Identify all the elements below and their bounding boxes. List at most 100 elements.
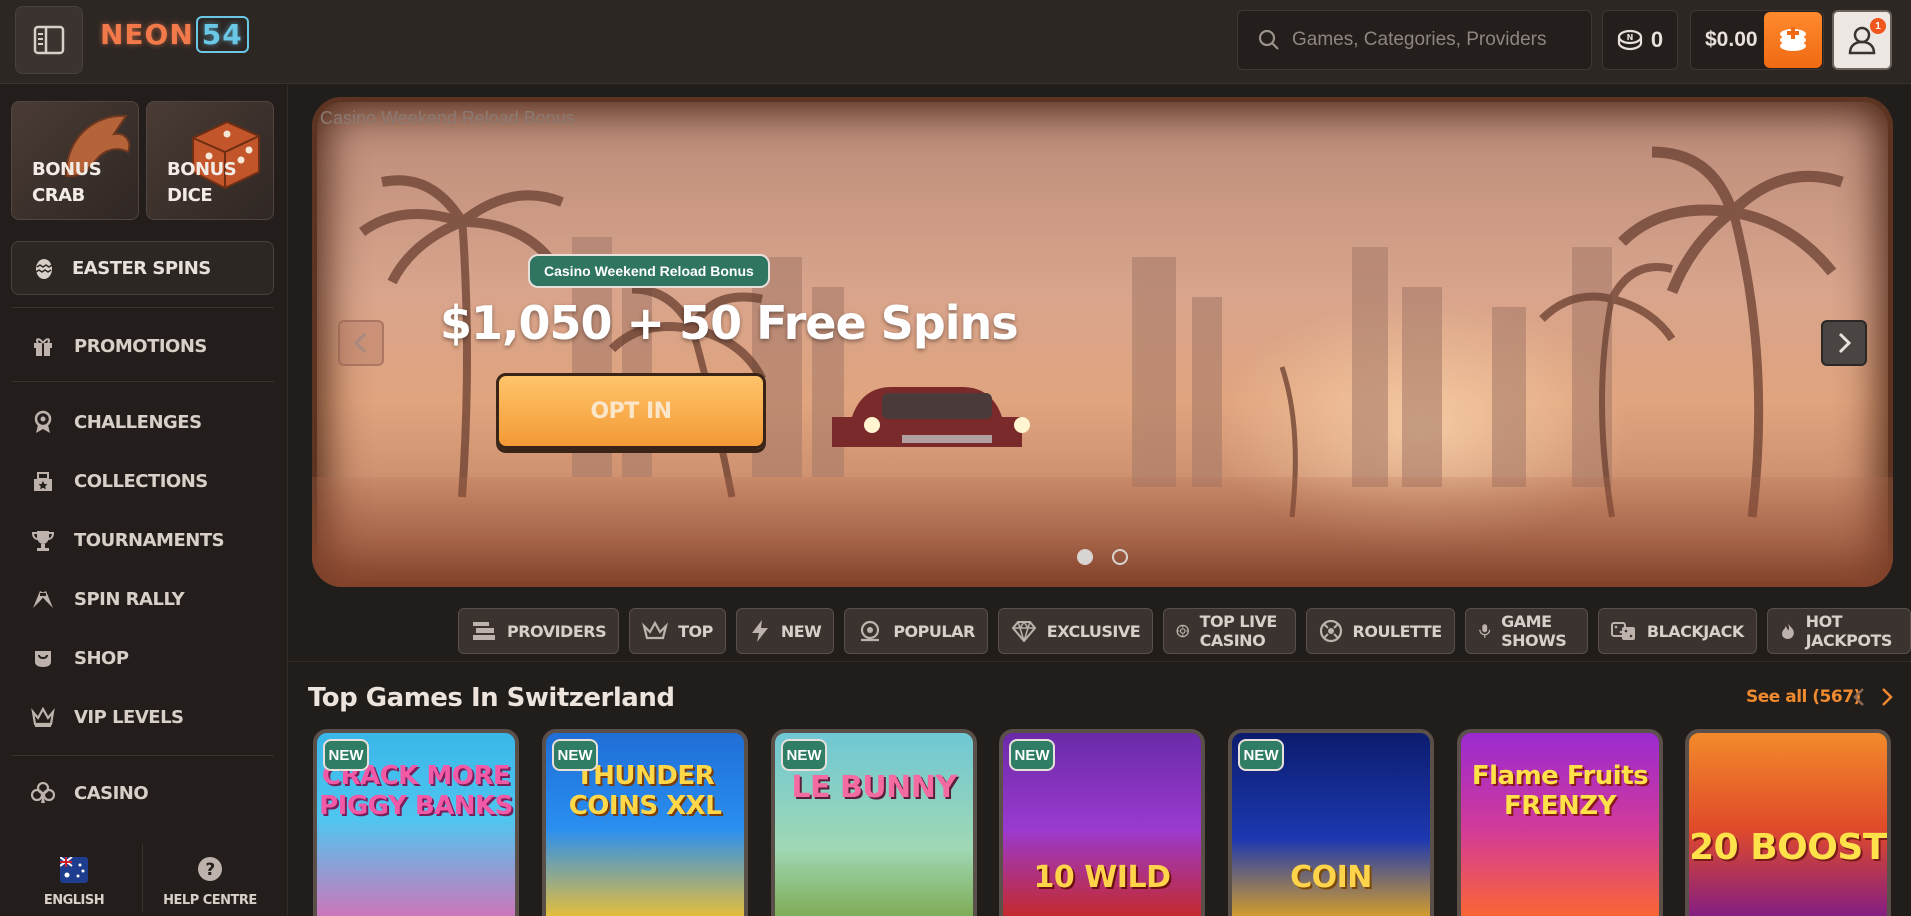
sidebar-item-label: SPIN RALLY <box>74 588 185 610</box>
shop-bag-icon <box>35 651 51 667</box>
chip-game-shows[interactable]: GAME SHOWS <box>1464 608 1588 654</box>
svg-text:N: N <box>1627 33 1634 42</box>
collection-box-icon <box>34 472 52 491</box>
sidebar-item-label: SHOP <box>74 647 129 669</box>
sidebar-item-spin-rally[interactable]: SPIN RALLY <box>30 584 185 614</box>
popular-icon <box>861 620 880 642</box>
game-card-coin[interactable]: COIN NEW <box>1228 729 1434 916</box>
trophy-icon <box>31 531 55 551</box>
balance-value: $0.00 <box>1705 28 1758 51</box>
carousel-dot-1[interactable] <box>1077 549 1093 565</box>
game-card-thunder-coins-xxl[interactable]: THUNDER COINS XXL NEW <box>542 729 748 916</box>
game-card-le-bunny[interactable]: LE BUNNY NEW <box>771 729 977 916</box>
game-card-20-boost[interactable]: 20 BOOST <box>1685 729 1891 916</box>
sidebar-divider <box>12 755 274 756</box>
game-title: COIN <box>1290 860 1372 895</box>
sidebar-item-challenges[interactable]: CHALLENGES <box>30 407 202 437</box>
sidebar-item-tournaments[interactable]: TOURNAMENTS <box>30 525 225 555</box>
opt-in-button[interactable]: OPT IN <box>496 373 766 449</box>
chip-top-live-casino[interactable]: TOP LIVE CASINO <box>1163 608 1296 654</box>
chip-hot-jackpots[interactable]: HOT JACKPOTS <box>1766 608 1911 654</box>
easter-spins-button[interactable]: EASTER SPINS <box>11 241 274 295</box>
roulette-icon <box>1319 619 1342 643</box>
game-title: 10 WILD <box>1033 860 1171 895</box>
see-all-link[interactable]: See all (567) <box>1746 687 1861 707</box>
game-card-10-wild[interactable]: 10 WILD NEW <box>999 729 1205 916</box>
roulette-wheel-icon <box>1176 624 1190 638</box>
bonus-dice-card[interactable]: BONUS DICE <box>146 101 274 220</box>
sidebar-toggle-button[interactable] <box>15 6 83 74</box>
sidebar-toggle-icon <box>33 25 65 55</box>
bonus-crab-card[interactable]: BONUS CRAB <box>11 101 139 220</box>
site-logo[interactable]: NEON 54 <box>100 16 249 53</box>
chip-roulette[interactable]: ROULETTE <box>1305 608 1455 654</box>
flame-icon <box>1781 623 1794 639</box>
new-badge: NEW <box>1238 739 1284 771</box>
svg-text:?: ? <box>205 860 214 880</box>
section-divider <box>289 661 1911 662</box>
game-title: 20 BOOST <box>1689 827 1887 868</box>
new-badge: NEW <box>323 739 369 771</box>
microphone-icon <box>1478 624 1490 638</box>
help-icon: ? <box>198 857 222 881</box>
chevron-left-icon <box>1853 688 1864 706</box>
diamond-icon <box>1011 620 1037 642</box>
sidebar-item-label: COLLECTIONS <box>74 470 208 492</box>
chip-new[interactable]: NEW <box>735 608 835 654</box>
banner-next-button[interactable] <box>1821 320 1867 366</box>
car-illustration <box>832 387 1030 447</box>
crown-icon <box>31 706 55 727</box>
sidebar-item-promotions[interactable]: PROMOTIONS <box>30 331 207 361</box>
chevron-right-icon <box>1838 332 1852 354</box>
category-chips: PROVIDERS TOP NEW POPULAR EXCLUSIVE TOP … <box>458 608 1911 654</box>
sidebar-divider <box>12 381 274 382</box>
game-title: Flame Fruits FRENZY <box>1471 761 1649 821</box>
language-selector[interactable]: ENGLISH <box>4 840 144 916</box>
sidebar-item-vip-levels[interactable]: VIP LEVELS <box>30 702 184 732</box>
sidebar-divider <box>12 307 274 308</box>
coins-display[interactable]: N 0 <box>1602 10 1678 70</box>
clubs-icon <box>31 782 55 803</box>
sidebar-item-collections[interactable]: COLLECTIONS <box>30 466 208 496</box>
coins-count: 0 <box>1650 27 1664 52</box>
sidebar-item-shop[interactable]: SHOP <box>30 643 129 673</box>
deposit-button[interactable] <box>1764 12 1822 68</box>
profile-button[interactable]: 1 <box>1832 10 1892 70</box>
sidebar: BONUS CRAB BONUS DICE EASTER SPINS PROMOTI… <box>0 85 288 916</box>
neon-coin-icon: N <box>1617 29 1642 51</box>
dice-pair-icon <box>1610 622 1635 640</box>
game-card-flame-fruits-frenzy[interactable]: Flame Fruits FRENZY <box>1457 729 1663 916</box>
help-centre-link[interactable]: ? HELP CENTRE <box>140 840 280 916</box>
providers-icon <box>473 622 495 640</box>
promo-title: $1,050 + 50 Free Spins <box>440 296 1019 350</box>
chip-blackjack[interactable]: BLACKJACK <box>1597 608 1757 654</box>
sidebar-item-label: PROMOTIONS <box>74 335 207 357</box>
language-label: ENGLISH <box>43 893 105 908</box>
checkered-flags-icon <box>33 591 53 608</box>
sidebar-item-label: CHALLENGES <box>74 411 202 433</box>
search-box[interactable] <box>1237 10 1592 70</box>
search-input[interactable] <box>1292 29 1582 51</box>
sidebar-footer: ENGLISH ? HELP CENTRE <box>0 840 288 916</box>
search-icon <box>1258 29 1279 50</box>
new-badge: NEW <box>552 739 598 771</box>
new-badge: NEW <box>1009 739 1055 771</box>
banner-ground <box>312 477 1893 587</box>
game-card-crack-more-piggy-banks[interactable]: CRACK MORE PIGGY BANKS NEW <box>313 729 519 916</box>
sidebar-item-casino[interactable]: CASINO <box>30 778 149 808</box>
chip-popular[interactable]: POPULAR <box>844 608 988 654</box>
chip-exclusive[interactable]: EXCLUSIVE <box>997 608 1154 654</box>
easter-spins-label: EASTER SPINS <box>72 257 211 279</box>
chip-top[interactable]: TOP <box>629 608 726 654</box>
new-badge: NEW <box>781 739 827 771</box>
chip-providers[interactable]: PROVIDERS <box>458 608 620 654</box>
carousel-dot-2[interactable] <box>1112 549 1128 565</box>
section-prev-arrow[interactable] <box>1852 687 1866 713</box>
section-next-arrow[interactable] <box>1880 687 1894 713</box>
sidebar-item-label: VIP LEVELS <box>74 706 184 728</box>
easter-egg-icon <box>35 259 53 279</box>
top-header: NEON54 N 0 $0.00 1 <box>0 0 1911 84</box>
sidebar-item-label: TOURNAMENTS <box>74 529 225 551</box>
banner-prev-button[interactable] <box>338 320 384 366</box>
chevron-left-icon <box>353 332 367 354</box>
